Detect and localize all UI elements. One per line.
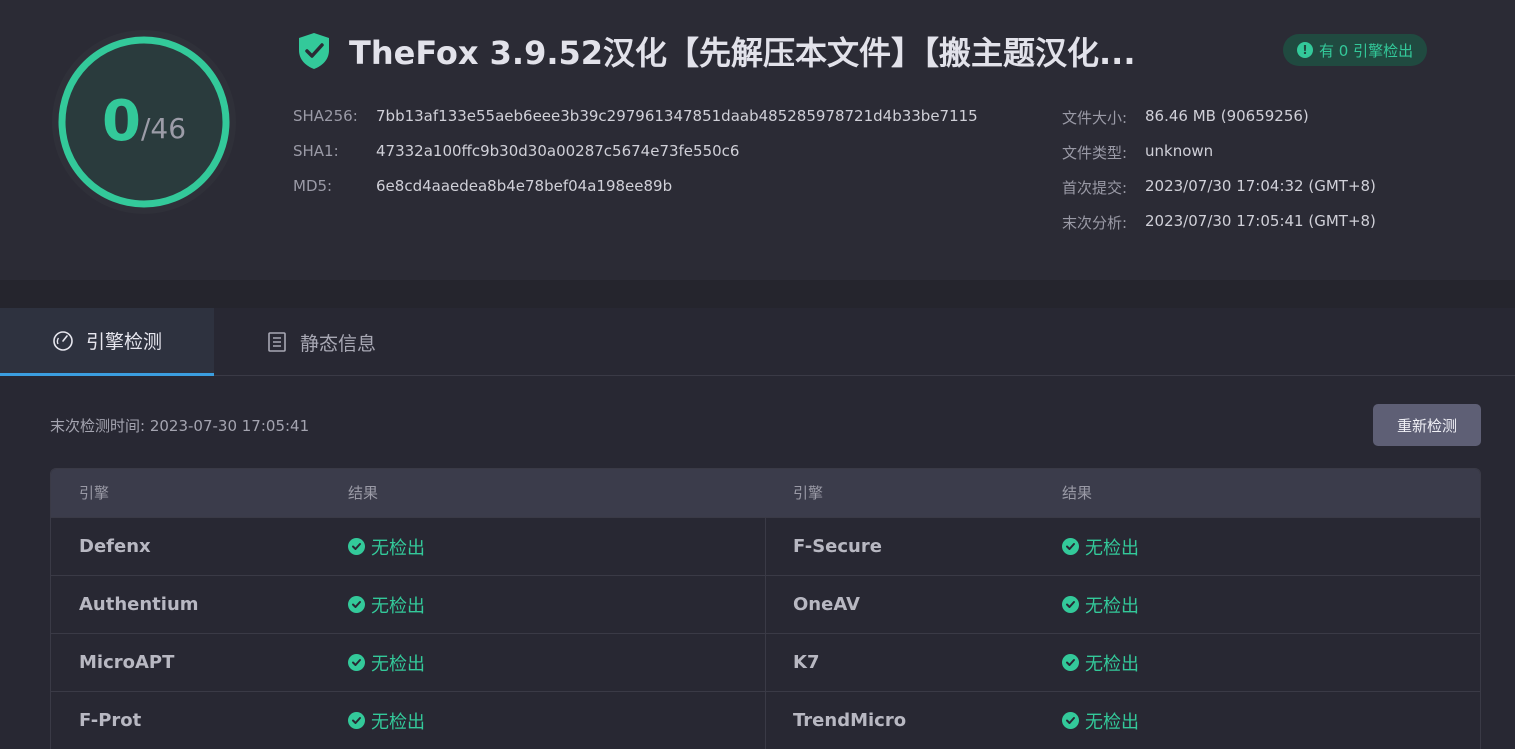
engine-result-label: 无检出 xyxy=(1085,711,1139,733)
engine-result-label: 无检出 xyxy=(371,711,425,733)
engine-result: 无检出 xyxy=(1062,634,1139,691)
section-divider xyxy=(0,280,1515,308)
sha1-row: SHA1: 47332a100ffc9b30d30a00287c5674e73f… xyxy=(293,142,739,160)
last-analysis-label: 末次分析: xyxy=(1062,214,1128,232)
first-submission-label: 首次提交: xyxy=(1062,179,1128,197)
document-list-icon xyxy=(268,332,286,352)
check-circle-icon xyxy=(348,538,365,555)
check-circle-icon xyxy=(1062,654,1079,671)
file-size-value: 86.46 MB (90659256) xyxy=(1145,107,1309,125)
sha1-label: SHA1: xyxy=(293,142,339,160)
tab-bar: 引擎检测 静态信息 xyxy=(0,308,1515,376)
column-divider xyxy=(765,692,766,749)
engine-name: F-Prot xyxy=(79,710,142,731)
column-header-engine: 引擎 xyxy=(79,484,110,502)
engine-result: 无检出 xyxy=(1062,518,1139,575)
engine-results-table: 引擎 结果 引擎 结果 Defenx 无检出 F-Secure 无检出 Auth… xyxy=(50,468,1481,749)
engine-name: Authentium xyxy=(79,594,199,615)
engine-result-label: 无检出 xyxy=(1085,653,1139,675)
file-type-value: unknown xyxy=(1145,142,1214,160)
tab-engine-detection[interactable]: 引擎检测 xyxy=(0,308,214,376)
engine-result: 无检出 xyxy=(348,692,425,749)
file-summary-header: 0 /46 TheFox 3.9.52汉化【先解压本文件】【搬主题汉化... !… xyxy=(0,0,1515,280)
table-header: 引擎 结果 引擎 结果 xyxy=(51,469,1480,517)
file-type-label: 文件类型: xyxy=(1062,144,1128,162)
check-circle-icon xyxy=(348,712,365,729)
column-header-result: 结果 xyxy=(1062,484,1093,502)
last-analysis-row: 末次分析: 2023/07/30 17:05:41 (GMT+8) xyxy=(1062,212,1376,233)
check-circle-icon xyxy=(1062,538,1079,555)
column-divider xyxy=(765,518,766,576)
md5-row: MD5: 6e8cd4aaedea8b4e78bef04a198ee89b xyxy=(293,177,672,195)
md5-value[interactable]: 6e8cd4aaedea8b4e78bef04a198ee89b xyxy=(376,177,672,195)
table-row: Authentium 无检出 OneAV 无检出 xyxy=(51,575,1480,634)
check-circle-icon xyxy=(1062,712,1079,729)
sha1-value[interactable]: 47332a100ffc9b30d30a00287c5674e73fe550c6 xyxy=(376,142,739,160)
check-circle-icon xyxy=(1062,596,1079,613)
tab-static-info[interactable]: 静态信息 xyxy=(214,308,428,376)
check-circle-icon xyxy=(348,654,365,671)
table-row: MicroAPT 无检出 K7 无检出 xyxy=(51,633,1480,692)
detection-count: 0 xyxy=(101,89,141,154)
table-row: Defenx 无检出 F-Secure 无检出 xyxy=(51,517,1480,576)
engine-name: TrendMicro xyxy=(793,710,907,731)
check-circle-icon xyxy=(348,596,365,613)
sha256-label: SHA256: xyxy=(293,107,358,125)
tab-engine-detection-label: 引擎检测 xyxy=(85,331,162,353)
engine-name: OneAV xyxy=(793,594,860,615)
column-header-result: 结果 xyxy=(348,484,379,502)
file-type-row: 文件类型: unknown xyxy=(1062,142,1213,163)
first-submission-value: 2023/07/30 17:04:32 (GMT+8) xyxy=(1145,177,1376,195)
last-analysis-value: 2023/07/30 17:05:41 (GMT+8) xyxy=(1145,212,1376,230)
engine-name: F-Secure xyxy=(793,536,882,557)
engine-name: MicroAPT xyxy=(79,652,175,673)
file-size-row: 文件大小: 86.46 MB (90659256) xyxy=(1062,107,1309,128)
engine-result-label: 无检出 xyxy=(371,537,425,559)
gauge-icon xyxy=(53,330,73,351)
engine-name: Defenx xyxy=(79,536,151,557)
file-title-row: TheFox 3.9.52汉化【先解压本文件】【搬主题汉化... xyxy=(297,30,1199,72)
engine-result: 无检出 xyxy=(348,518,425,575)
detection-status-label: 有 0 引擎检出 xyxy=(1319,41,1414,60)
table-row: F-Prot 无检出 TrendMicro 无检出 xyxy=(51,691,1480,749)
column-divider xyxy=(765,576,766,634)
engine-result: 无检出 xyxy=(348,634,425,691)
first-submission-row: 首次提交: 2023/07/30 17:04:32 (GMT+8) xyxy=(1062,177,1376,198)
sha256-row: SHA256: 7bb13af133e55aeb6eee3b39c2979613… xyxy=(293,107,978,125)
engine-name: K7 xyxy=(793,652,820,673)
file-size-label: 文件大小: xyxy=(1062,109,1128,127)
tab-static-info-label: 静态信息 xyxy=(299,332,376,355)
engine-result: 无检出 xyxy=(1062,692,1139,749)
last-check-time: 末次检测时间: 2023-07-30 17:05:41 xyxy=(50,417,310,435)
column-header-engine: 引擎 xyxy=(793,484,824,502)
engine-total: /46 xyxy=(140,111,187,145)
engine-result-label: 无检出 xyxy=(1085,537,1139,559)
engine-result: 无检出 xyxy=(348,576,425,633)
sha256-value[interactable]: 7bb13af133e55aeb6eee3b39c297961347851daa… xyxy=(376,107,978,125)
file-title: TheFox 3.9.52汉化【先解压本文件】【搬主题汉化... xyxy=(349,34,1136,72)
column-divider xyxy=(765,634,766,692)
rescan-button[interactable]: 重新检测 xyxy=(1373,404,1481,446)
engine-result-label: 无检出 xyxy=(371,653,425,675)
engine-result: 无检出 xyxy=(1062,576,1139,633)
detection-score: 0 /46 xyxy=(50,28,238,216)
exclamation-icon: ! xyxy=(1297,42,1313,58)
shield-check-icon xyxy=(299,33,329,69)
engine-result-label: 无检出 xyxy=(1085,595,1139,617)
detection-status-badge: ! 有 0 引擎检出 xyxy=(1283,34,1428,66)
md5-label: MD5: xyxy=(293,177,333,195)
engine-result-label: 无检出 xyxy=(371,595,425,617)
